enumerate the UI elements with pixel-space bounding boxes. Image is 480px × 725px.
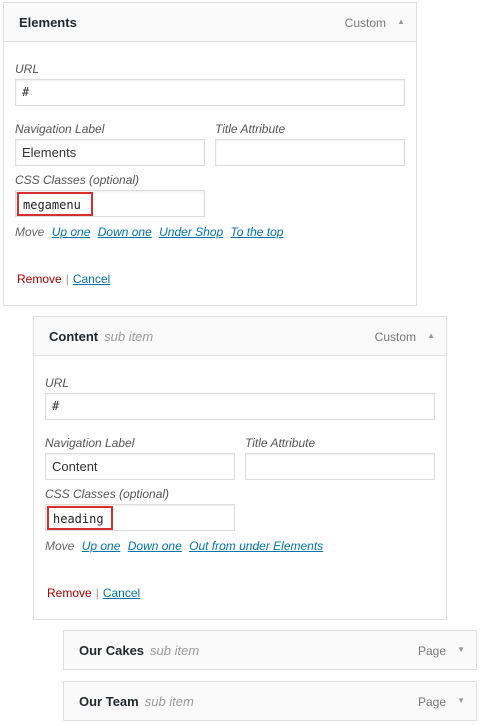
menu-item-title: Our Team sub item	[79, 694, 194, 709]
item-actions: Remove | Cancel	[47, 586, 140, 600]
css-classes-value-highlight[interactable]: heading	[47, 506, 113, 530]
sub-item-label: sub item	[144, 694, 194, 709]
menu-item-our-team: Our Team sub item Page ▼	[63, 681, 477, 721]
navigation-label-label: Navigation Label	[15, 122, 105, 136]
navigation-label-label: Navigation Label	[45, 436, 135, 450]
move-up-one-link[interactable]: Up one	[82, 539, 121, 553]
menu-item-title: Content sub item	[49, 329, 153, 344]
move-under-shop-link[interactable]: Under Shop	[159, 225, 223, 239]
remove-link[interactable]: Remove	[47, 586, 92, 600]
cancel-link[interactable]: Cancel	[73, 272, 110, 286]
triangle-up-icon[interactable]: ▲	[427, 329, 435, 343]
triangle-down-icon[interactable]: ▼	[457, 694, 465, 708]
move-down-one-link[interactable]: Down one	[98, 225, 152, 239]
title-attribute-label: Title Attribute	[245, 436, 316, 450]
sub-item-label: sub item	[150, 643, 200, 658]
title-attribute-input[interactable]	[215, 139, 405, 166]
css-classes-label: CSS Classes (optional)	[45, 487, 170, 501]
menu-item-handle[interactable]: Elements Custom ▲	[3, 2, 417, 42]
url-label: URL	[45, 376, 70, 390]
menu-item-elements: Elements Custom ▲ URL # Navigation Label…	[3, 2, 417, 306]
menu-item-type: Page	[417, 695, 446, 709]
css-classes-value-highlight[interactable]: megamenu	[17, 192, 93, 216]
menu-item-type: Custom	[344, 16, 386, 30]
remove-link[interactable]: Remove	[17, 272, 62, 286]
menu-item-title-text: Content	[49, 329, 99, 344]
move-links: Move Up one Down one Under Shop To the t…	[15, 225, 283, 239]
menu-item-handle[interactable]: Our Cakes sub item Page ▼	[63, 630, 477, 670]
move-label: Move	[15, 225, 45, 239]
menu-item-type: Custom	[374, 330, 416, 344]
navigation-label-input[interactable]: Content	[45, 453, 235, 480]
title-attribute-input[interactable]	[245, 453, 435, 480]
menu-item-handle[interactable]: Our Team sub item Page ▼	[63, 681, 477, 721]
url-input[interactable]: #	[45, 393, 435, 420]
menu-item-title: Elements	[19, 15, 77, 30]
menu-item-content: Content sub item Custom ▲ URL # Navigatio…	[33, 316, 447, 620]
title-attribute-label: Title Attribute	[215, 122, 286, 136]
move-out-from-under-link[interactable]: Out from under Elements	[189, 539, 323, 553]
triangle-down-icon[interactable]: ▼	[457, 643, 465, 657]
menu-item-settings: URL # Navigation Label Elements Title At…	[3, 42, 417, 306]
menu-item-title-text: Our Cakes	[79, 643, 145, 658]
navigation-label-input[interactable]: Elements	[15, 139, 205, 166]
move-to-top-link[interactable]: To the top	[231, 225, 284, 239]
menu-item-title: Our Cakes sub item	[79, 643, 199, 658]
menu-item-our-cakes: Our Cakes sub item Page ▼	[63, 630, 477, 670]
menu-item-title-text: Our Team	[79, 694, 139, 709]
menu-item-settings: URL # Navigation Label Content Title Att…	[33, 356, 447, 620]
move-up-one-link[interactable]: Up one	[52, 225, 91, 239]
url-input[interactable]: #	[15, 79, 405, 106]
item-actions: Remove | Cancel	[17, 272, 110, 286]
triangle-up-icon[interactable]: ▲	[397, 15, 405, 29]
cancel-link[interactable]: Cancel	[103, 586, 140, 600]
sub-item-label: sub item	[104, 329, 154, 344]
action-separator: |	[95, 586, 99, 600]
menu-item-type: Page	[417, 644, 446, 658]
move-label: Move	[45, 539, 75, 553]
action-separator: |	[65, 272, 69, 286]
css-classes-label: CSS Classes (optional)	[15, 173, 140, 187]
menu-item-handle[interactable]: Content sub item Custom ▲	[33, 316, 447, 356]
url-label: URL	[15, 62, 40, 76]
move-links: Move Up one Down one Out from under Elem…	[45, 539, 323, 553]
move-down-one-link[interactable]: Down one	[128, 539, 182, 553]
